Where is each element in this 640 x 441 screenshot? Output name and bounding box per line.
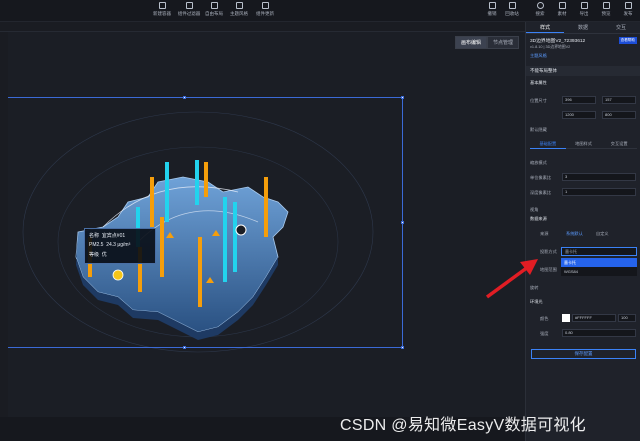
- container-icon: [158, 2, 166, 9]
- basic-attr-title: 基本属性: [530, 80, 547, 85]
- watermark: CSDN @易知微EasyV数据可视化: [340, 417, 586, 434]
- projection-option-wgs84[interactable]: WGS84: [561, 267, 637, 276]
- undo-button[interactable]: 撤销: [482, 2, 502, 17]
- resize-handle[interactable]: [401, 96, 404, 99]
- refresh-icon: [261, 2, 269, 9]
- color-label: 颜色: [540, 316, 549, 321]
- component-version: v1.8.10 | 3D边界地图V2: [530, 45, 571, 49]
- pos-x-input[interactable]: 396: [562, 96, 596, 104]
- image-icon: [558, 2, 566, 9]
- trash-icon: [508, 2, 516, 9]
- src-default-radio[interactable]: 系统默认: [566, 231, 583, 237]
- export-button[interactable]: 导出: [574, 2, 594, 17]
- scale-label: 缩放模式: [530, 160, 547, 165]
- pos-y-input[interactable]: 157: [602, 96, 636, 104]
- tab-style[interactable]: 样式: [526, 22, 564, 33]
- unit-x-input[interactable]: 3: [562, 173, 636, 181]
- projection-select[interactable]: 墨卡托: [561, 247, 637, 256]
- theme-link[interactable]: 主题风格: [530, 53, 547, 59]
- search-icon: [536, 2, 544, 9]
- unit-x-label: 单位像素比: [530, 175, 551, 180]
- search-button[interactable]: 搜索: [530, 2, 550, 17]
- selection-box[interactable]: [8, 96, 404, 349]
- resize-handle[interactable]: [183, 96, 186, 99]
- tooltip-pm-unit: μg/m³: [117, 242, 131, 248]
- unit-y-input[interactable]: 1: [562, 188, 636, 196]
- hide-label: 默认隐藏: [530, 127, 547, 132]
- save-config-button[interactable]: 保存配置: [531, 349, 636, 359]
- rotate-label: 旋转: [530, 285, 539, 290]
- env-light-section[interactable]: 环境光: [530, 299, 543, 305]
- config-subtabs: 基础配置 地图样式 交互设置: [530, 139, 638, 149]
- publish-button[interactable]: 发布: [618, 2, 638, 17]
- panel-tabs: 样式 数据 交互: [526, 22, 640, 34]
- opacity-input[interactable]: 100: [618, 314, 636, 322]
- preview-button[interactable]: 预览: [596, 2, 616, 17]
- map-tooltip: 名称 宜宾点#01 PM2.5 24.3 μg/m³ 等级 优: [84, 228, 156, 264]
- range-label: 地图范围: [540, 267, 557, 272]
- height-input[interactable]: 800: [602, 111, 636, 119]
- vertical-ruler: [0, 32, 8, 432]
- undo-icon: [488, 2, 496, 9]
- tab-data[interactable]: 数据: [564, 22, 602, 33]
- resize-handle[interactable]: [401, 346, 404, 349]
- source-section[interactable]: 数据来源: [530, 216, 547, 222]
- subtab-map-style[interactable]: 地图样式: [565, 139, 602, 149]
- properties-panel: 样式 数据 交互 3D边界地图V2_72393612 v1.8.10 | 3D边…: [525, 22, 640, 441]
- tooltip-name-value: 宜宾点#01: [101, 233, 126, 239]
- section-layout[interactable]: 不能布局整体: [526, 66, 640, 76]
- filter-icon: [185, 2, 193, 9]
- pos-label: 位置尺寸: [530, 98, 547, 103]
- layout-icon: [210, 2, 218, 9]
- intensity-label: 强度: [540, 331, 549, 336]
- intensity-input[interactable]: 0.80: [562, 329, 636, 337]
- subtab-interaction[interactable]: 交互设置: [601, 139, 638, 149]
- tooltip-pm-label: PM2.5: [89, 242, 104, 248]
- tooltip-name-label: 名称: [89, 233, 100, 239]
- unit-y-label: 深度像素比: [530, 190, 551, 195]
- send-icon: [624, 2, 632, 9]
- assets-button[interactable]: 素材: [552, 2, 572, 17]
- src-custom-radio[interactable]: 自定义: [596, 231, 609, 237]
- proj-label: 投影方式: [540, 249, 557, 254]
- subtab-basic[interactable]: 基础配置: [530, 139, 566, 149]
- help-badge[interactable]: 查看帮助: [618, 37, 637, 44]
- width-input[interactable]: 1200: [562, 111, 596, 119]
- tooltip-level-label: 等级: [89, 252, 100, 258]
- component-title: 3D边界地图V2_72393612: [530, 39, 586, 44]
- view-section[interactable]: 视角: [530, 207, 538, 213]
- tooltip-level-value: 优: [101, 252, 107, 258]
- color-swatch[interactable]: [562, 314, 570, 322]
- export-icon: [580, 2, 588, 9]
- preview-icon: [602, 2, 610, 9]
- projection-option-mercator[interactable]: 墨卡托: [561, 258, 637, 267]
- update-button[interactable]: 组件更新: [248, 2, 282, 17]
- trash-button[interactable]: 回收站: [502, 2, 522, 17]
- editor-canvas[interactable]: 画布编辑 节点管理 名称 宜宾点#01 PM2.5 24.3 μg/m³ 等级 …: [8, 32, 525, 417]
- tab-interaction[interactable]: 交互: [602, 22, 640, 33]
- top-toolbar: 新建容器 组件过滤器 自由布局 主题风格 组件更新 撤销 回收站 搜索 素材 导…: [0, 0, 640, 22]
- resize-handle[interactable]: [401, 221, 404, 224]
- src-label: 来源: [540, 231, 549, 236]
- horizontal-ruler: [0, 22, 525, 32]
- resize-handle[interactable]: [183, 346, 186, 349]
- color-input[interactable]: #FFFFFF: [572, 314, 616, 322]
- tooltip-pm-value: 24.3: [106, 242, 116, 248]
- palette-icon: [235, 2, 243, 9]
